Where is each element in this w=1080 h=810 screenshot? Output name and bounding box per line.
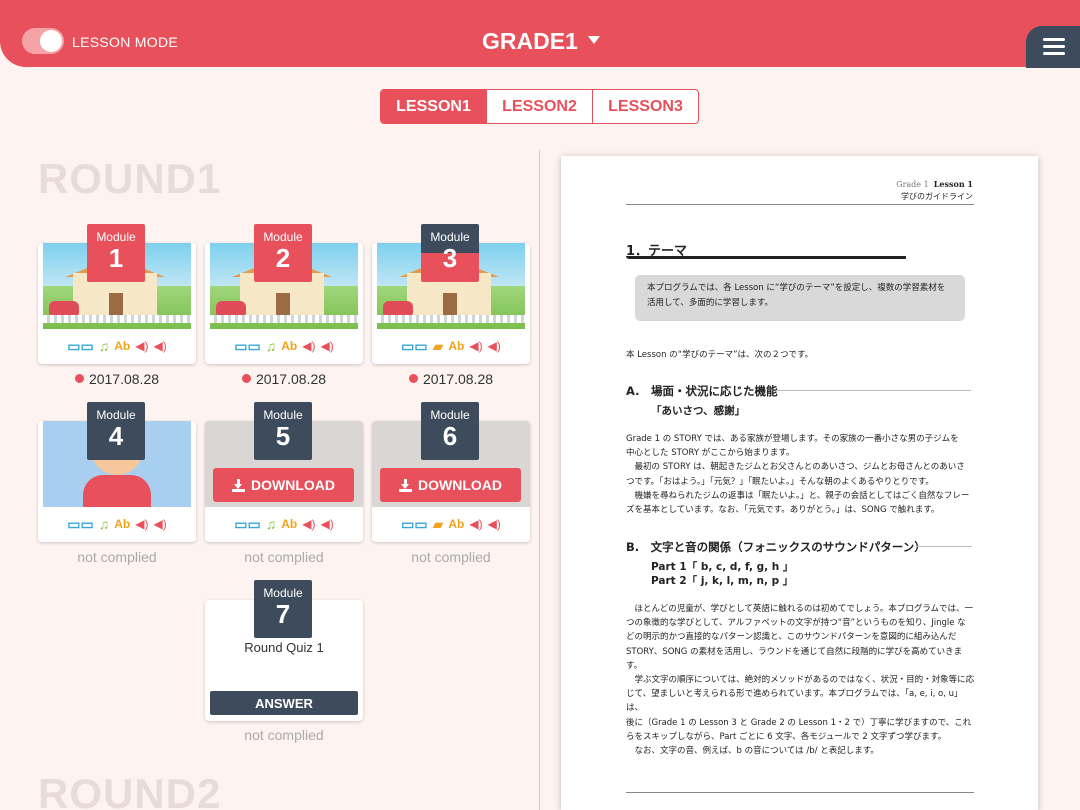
module-status-6: not complied xyxy=(411,549,491,565)
document-intro: 本 Lesson の“学びのテーマ”は、次の２つです。 xyxy=(626,350,814,360)
top-bar: LESSON MODE GRADE1 xyxy=(0,0,1080,68)
check-icon xyxy=(74,374,84,383)
grade-selector[interactable]: GRADE1 xyxy=(482,28,578,55)
module-status-1: 2017.08.28 xyxy=(38,371,196,387)
book-icon: ▭▭ xyxy=(234,338,261,354)
answer-button[interactable]: ANSWER xyxy=(210,691,358,715)
music-icon: ♫ xyxy=(265,516,277,532)
download-button[interactable]: DOWNLOAD xyxy=(213,468,354,502)
caret-down-icon[interactable] xyxy=(588,36,600,44)
module-badge-4: Module 4 xyxy=(87,402,145,460)
section-a-body: Grade 1 の STORY では、ある家族が登場します。その家族の一番小さな… xyxy=(626,434,970,516)
lesson-mode-label: LESSON MODE xyxy=(72,34,178,50)
phonics-icon: Ab xyxy=(281,339,298,353)
module-badge-6: Module 6 xyxy=(421,402,479,460)
lesson-tabs: LESSON1 LESSON2 LESSON3 xyxy=(380,89,699,124)
tab-lesson1[interactable]: LESSON1 xyxy=(381,90,487,123)
quiz-title: Round Quiz 1 xyxy=(244,640,324,655)
toggle-knob xyxy=(40,30,62,52)
tab-lesson2[interactable]: LESSON2 xyxy=(487,90,593,123)
module-status-3: 2017.08.28 xyxy=(372,371,530,387)
module-status-7: not complied xyxy=(244,727,324,743)
phonics-icon: Ab xyxy=(448,339,465,353)
sound-icon: ◀) xyxy=(469,339,483,353)
panel-divider xyxy=(539,150,540,810)
tab-lesson3[interactable]: LESSON3 xyxy=(593,90,698,123)
module-status-4: not complied xyxy=(77,549,157,565)
phonics-icon: Ab xyxy=(448,517,465,531)
music-icon: ♫ xyxy=(265,338,277,354)
book-icon: ▭▭ xyxy=(234,516,261,532)
clapperboard-icon: ▰ xyxy=(432,338,444,354)
activity-icons: ▭▭ ♫ Ab ◀) ◀) xyxy=(38,516,196,532)
activity-icons: ▭▭ ▰ Ab ◀) ◀) xyxy=(372,338,530,354)
guideline-document[interactable]: Grade 1 Lesson 1 学びのガイドライン 1．テーマ 本プログラムで… xyxy=(561,156,1038,810)
module-status-5: not complied xyxy=(244,549,324,565)
module-badge-2: Module 2 xyxy=(254,224,312,282)
sound-icon: ◀) xyxy=(302,517,316,531)
sound-icon: ◀) xyxy=(135,517,149,531)
sound-icon: ◀) xyxy=(469,517,483,531)
activity-icons: ▭▭ ♫ Ab ◀) ◀) xyxy=(38,338,196,354)
download-icon xyxy=(399,478,412,492)
sound-icon: ◀) xyxy=(320,339,334,353)
section-b-part2: Part 2「 j, k, l, m, n, p 」 xyxy=(651,575,794,587)
hamburger-icon xyxy=(1043,38,1065,41)
sound-icon: ◀) xyxy=(153,339,167,353)
book-icon: ▭▭ xyxy=(401,516,428,532)
phonics-icon: Ab xyxy=(114,339,131,353)
download-icon xyxy=(232,478,245,492)
module-badge-1: Module 1 xyxy=(87,224,145,282)
document-header: Grade 1 Lesson 1 学びのガイドライン xyxy=(896,179,973,201)
module-badge-5: Module 5 xyxy=(254,402,312,460)
activity-icons: ▭▭ ♫ Ab ◀) ◀) xyxy=(205,516,363,532)
sound-icon: ◀) xyxy=(153,517,167,531)
music-icon: ♫ xyxy=(98,338,110,354)
section-b-body: ほとんどの児童が、学びとして英語に触れるのは初めてでしょう。本プログラムでは、一… xyxy=(626,604,975,757)
clapperboard-icon: ▰ xyxy=(432,516,444,532)
activity-icons: ▭▭ ♫ Ab ◀) ◀) xyxy=(205,338,363,354)
sound-icon: ◀) xyxy=(487,339,501,353)
menu-button[interactable] xyxy=(1026,26,1080,68)
module-status-2: 2017.08.28 xyxy=(205,371,363,387)
module-badge-7: Module 7 xyxy=(254,580,312,638)
phonics-icon: Ab xyxy=(281,517,298,531)
section-a-heading: A. 場面・状況に応じた機能 xyxy=(626,384,778,398)
music-icon: ♫ xyxy=(98,516,110,532)
section-b-heading: B. 文字と音の関係（フォニックスのサウンドパターン） xyxy=(626,540,926,554)
book-icon: ▭▭ xyxy=(67,516,94,532)
check-icon xyxy=(408,374,418,383)
activity-icons: ▭▭ ▰ Ab ◀) ◀) xyxy=(372,516,530,532)
section-a-subtitle: 「あいさつ、感謝」 xyxy=(651,405,746,417)
sound-icon: ◀) xyxy=(135,339,149,353)
sound-icon: ◀) xyxy=(320,517,334,531)
module-badge-3: Module 3 xyxy=(421,224,479,282)
section-b-part1: Part 1「 b, c, d, f, g, h 」 xyxy=(651,561,794,573)
round2-heading: ROUND2 xyxy=(38,770,222,810)
sound-icon: ◀) xyxy=(487,517,501,531)
sound-icon: ◀) xyxy=(302,339,316,353)
check-icon xyxy=(241,374,251,383)
phonics-icon: Ab xyxy=(114,517,131,531)
document-summary-box: 本プログラムでは、各 Lesson に“学びのテーマ”を設定し、複数の学習素材を… xyxy=(635,275,965,321)
book-icon: ▭▭ xyxy=(67,338,94,354)
round1-heading: ROUND1 xyxy=(38,155,222,202)
book-icon: ▭▭ xyxy=(401,338,428,354)
download-button[interactable]: DOWNLOAD xyxy=(380,468,521,502)
lesson-mode-toggle[interactable] xyxy=(22,28,64,54)
